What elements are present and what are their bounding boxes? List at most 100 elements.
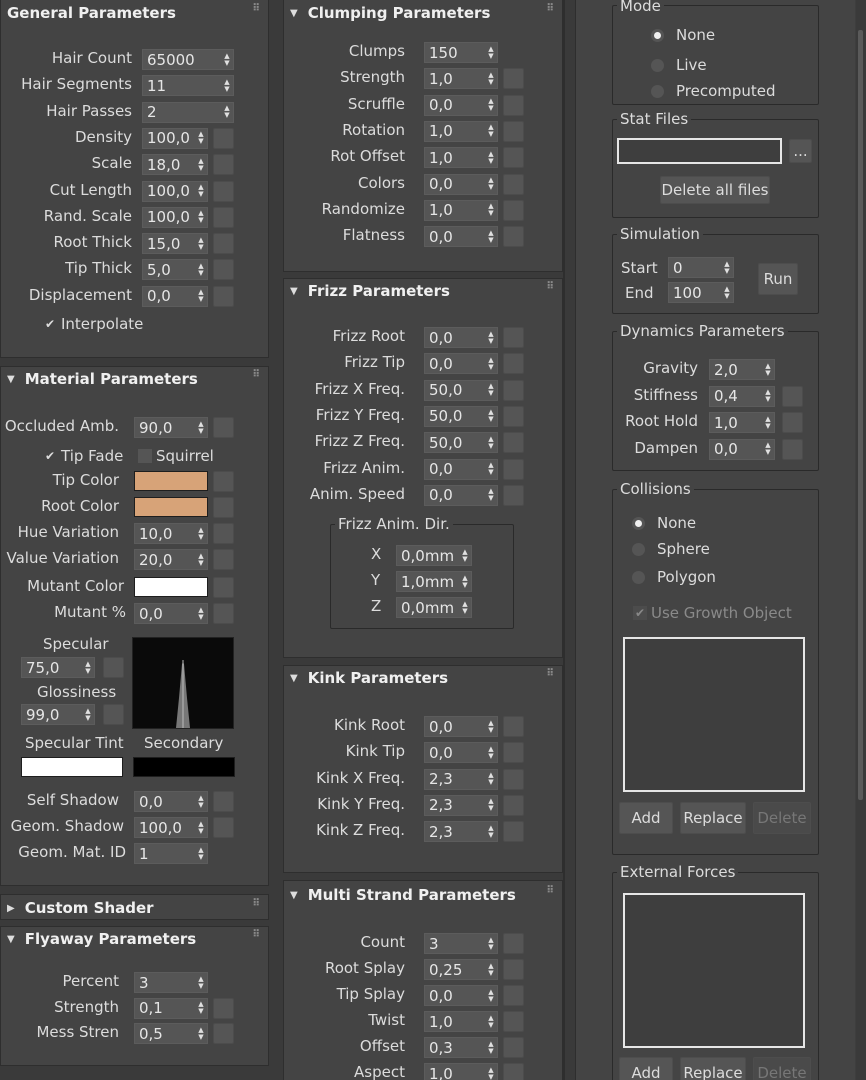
stat-files-input[interactable]: [617, 138, 782, 164]
spinner-arrows-icon[interactable]: ▲ ▼: [485, 960, 497, 979]
drag-handle-icon[interactable]: ⠿: [546, 281, 554, 292]
custom-shader-header[interactable]: ▶ Custom Shader ⠿: [1, 896, 268, 920]
mutant-color-swatch[interactable]: [134, 577, 208, 597]
frizz-y-freq-spinner[interactable]: 50,0 ▲ ▼: [424, 405, 498, 427]
map-button[interactable]: [782, 385, 803, 407]
anim-speed-spinner[interactable]: 0,0 ▲ ▼: [424, 484, 498, 506]
map-button[interactable]: [213, 791, 234, 812]
spinner-arrows-icon[interactable]: ▲ ▼: [195, 792, 207, 811]
drag-handle-icon[interactable]: ⠿: [252, 3, 260, 14]
kink-x-freq-spinner[interactable]: 2,3 ▲ ▼: [424, 768, 498, 790]
map-button[interactable]: [503, 405, 524, 427]
spinner-arrows-icon[interactable]: ▲ ▼: [485, 69, 497, 88]
twist-spinner[interactable]: 1,0 ▲ ▼: [424, 1011, 498, 1032]
dampen-spinner[interactable]: 0,0 ▲ ▼: [709, 438, 775, 460]
frizz-parameters-header[interactable]: ▼ Frizz Parameters ⠿: [284, 279, 562, 303]
spinner-arrows-icon[interactable]: ▲ ▼: [485, 1064, 497, 1080]
spinner-arrows-icon[interactable]: ▲ ▼: [485, 486, 497, 505]
collision-replace-button[interactable]: Replace: [680, 802, 746, 834]
spinner-arrows-icon[interactable]: ▲ ▼: [485, 717, 497, 736]
glossiness-spinner[interactable]: 99,0 ▲ ▼: [21, 704, 95, 725]
map-button[interactable]: [103, 657, 124, 678]
spinner-arrows-icon[interactable]: ▲ ▼: [762, 387, 774, 406]
external-forces-list[interactable]: [623, 893, 805, 1048]
map-button[interactable]: [503, 1011, 524, 1032]
spinner-arrows-icon[interactable]: ▲ ▼: [485, 822, 497, 841]
mess-stren-spinner[interactable]: 0,5 ▲ ▼: [134, 1023, 208, 1044]
spinner-arrows-icon[interactable]: ▲ ▼: [485, 743, 497, 762]
spinner-arrows-icon[interactable]: ▲ ▼: [485, 934, 497, 953]
map-button[interactable]: [503, 173, 524, 195]
frizz-root-spinner[interactable]: 0,0 ▲ ▼: [424, 327, 498, 348]
drag-handle-icon[interactable]: ⠿: [252, 898, 260, 909]
map-button[interactable]: [503, 794, 524, 816]
map-button[interactable]: [213, 523, 234, 544]
spinner-arrows-icon[interactable]: ▲ ▼: [195, 129, 207, 148]
map-button[interactable]: [213, 549, 234, 570]
map-button[interactable]: [503, 768, 524, 790]
map-button[interactable]: [503, 458, 524, 480]
spinner-arrows-icon[interactable]: ▲ ▼: [195, 524, 207, 543]
scruffle-spinner[interactable]: 0,0 ▲ ▼: [424, 94, 498, 116]
spinner-arrows-icon[interactable]: ▲ ▼: [721, 283, 733, 302]
map-button[interactable]: [503, 716, 524, 737]
map-button[interactable]: [213, 233, 234, 255]
right-scrollbar[interactable]: [856, 0, 866, 1080]
mode-live-radio[interactable]: Live: [651, 56, 707, 74]
aspect-spinner[interactable]: 1,0 ▲ ▼: [424, 1063, 498, 1080]
map-button[interactable]: [503, 933, 524, 954]
mutant-percent-spinner[interactable]: 0,0 ▲ ▼: [134, 603, 208, 624]
spinner-arrows-icon[interactable]: ▲ ▼: [762, 440, 774, 459]
dir-y-spinner[interactable]: 1,0mm ▲ ▼: [396, 571, 472, 592]
stiffness-spinner[interactable]: 0,4 ▲ ▼: [709, 385, 775, 407]
dir-z-spinner[interactable]: 0,0mm ▲ ▼: [396, 597, 472, 618]
spinner-arrows-icon[interactable]: ▲ ▼: [762, 413, 774, 432]
end-spinner[interactable]: 100 ▲ ▼: [668, 282, 734, 303]
frizz-tip-spinner[interactable]: 0,0 ▲ ▼: [424, 353, 498, 375]
map-button[interactable]: [213, 577, 234, 598]
spinner-arrows-icon[interactable]: ▲ ▼: [485, 175, 497, 194]
spinner-arrows-icon[interactable]: ▲ ▼: [221, 103, 233, 122]
run-button[interactable]: Run: [758, 263, 798, 295]
hair-passes-spinner[interactable]: 2 ▲ ▼: [142, 101, 234, 123]
root-hold-spinner[interactable]: 1,0 ▲ ▼: [709, 412, 775, 433]
spinner-arrows-icon[interactable]: ▲ ▼: [195, 550, 207, 569]
squirrel-checkbox[interactable]: Squirrel: [138, 447, 214, 465]
map-button[interactable]: [782, 412, 803, 433]
map-button[interactable]: [503, 68, 524, 90]
spinner-arrows-icon[interactable]: ▲ ▼: [485, 796, 497, 815]
frizz-x-freq-spinner[interactable]: 50,0 ▲ ▼: [424, 379, 498, 401]
map-button[interactable]: [503, 959, 524, 980]
tip-fade-checkbox[interactable]: ✔ Tip Fade: [43, 447, 123, 465]
forces-add-button[interactable]: Add: [619, 1057, 673, 1080]
spinner-arrows-icon[interactable]: ▲ ▼: [82, 658, 94, 677]
spinner-arrows-icon[interactable]: ▲ ▼: [459, 598, 471, 617]
spinner-arrows-icon[interactable]: ▲ ▼: [721, 258, 733, 277]
spinner-arrows-icon[interactable]: ▲ ▼: [195, 155, 207, 174]
map-button[interactable]: [503, 379, 524, 401]
forces-delete-button[interactable]: Delete: [753, 1057, 811, 1080]
self-shadow-spinner[interactable]: 0,0 ▲ ▼: [134, 791, 208, 812]
collision-delete-button[interactable]: Delete: [753, 802, 811, 834]
offset-spinner[interactable]: 0,3 ▲ ▼: [424, 1037, 498, 1058]
spinner-arrows-icon[interactable]: ▲ ▼: [485, 770, 497, 789]
kink-tip-spinner[interactable]: 0,0 ▲ ▼: [424, 742, 498, 764]
rot-offset-spinner[interactable]: 1,0 ▲ ▼: [424, 147, 498, 169]
spinner-arrows-icon[interactable]: ▲ ▼: [195, 844, 207, 863]
value-variation-spinner[interactable]: 20,0 ▲ ▼: [134, 549, 208, 570]
spinner-arrows-icon[interactable]: ▲ ▼: [485, 227, 497, 246]
specular-spinner[interactable]: 75,0 ▲ ▼: [21, 657, 95, 678]
scale-spinner[interactable]: 18,0 ▲ ▼: [142, 154, 208, 176]
frizz-z-freq-spinner[interactable]: 50,0 ▲ ▼: [424, 432, 498, 454]
spinner-arrows-icon[interactable]: ▲ ▼: [485, 381, 497, 400]
spinner-arrows-icon[interactable]: ▲ ▼: [195, 818, 207, 837]
spinner-arrows-icon[interactable]: ▲ ▼: [485, 43, 497, 62]
map-button[interactable]: [213, 1023, 234, 1044]
spinner-arrows-icon[interactable]: ▲ ▼: [195, 234, 207, 253]
collision-sphere-radio[interactable]: Sphere: [632, 540, 710, 558]
map-button[interactable]: [503, 821, 524, 843]
spinner-arrows-icon[interactable]: ▲ ▼: [459, 572, 471, 591]
map-button[interactable]: [503, 199, 524, 221]
collision-add-button[interactable]: Add: [619, 802, 673, 834]
spinner-arrows-icon[interactable]: ▲ ▼: [195, 182, 207, 201]
